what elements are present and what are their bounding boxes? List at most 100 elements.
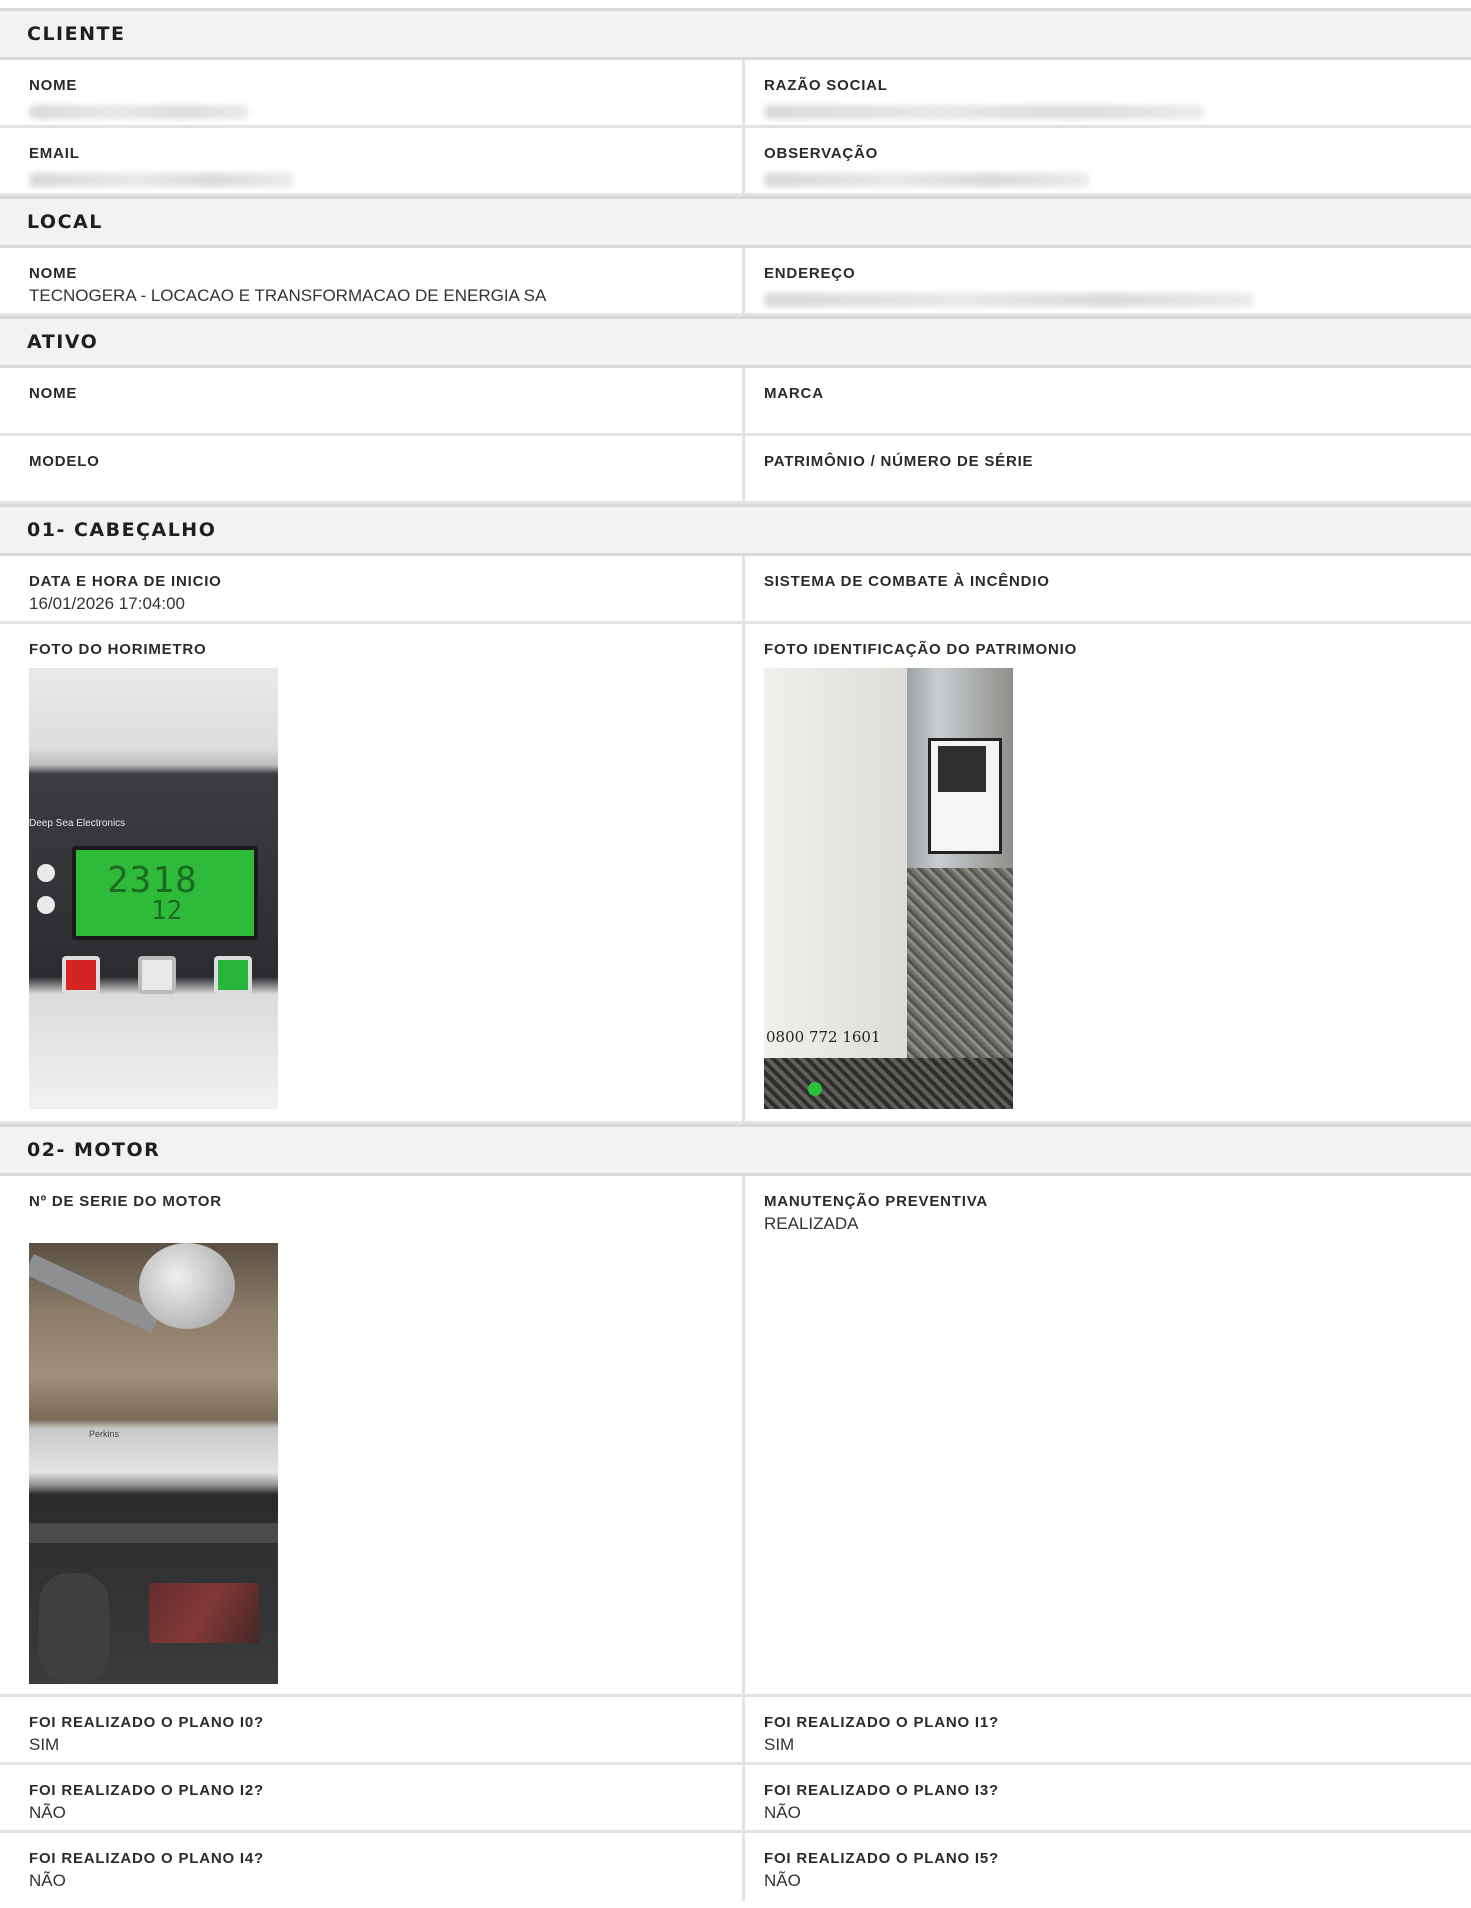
sistema-incendio-field: SISTEMA DE COMBATE À INCÊNDIO — [745, 556, 1471, 621]
cliente-nome-field: NOME — [0, 60, 745, 125]
plano-field: FOI REALIZADO O PLANO I1? SIM — [745, 1697, 1471, 1762]
field-row: Nº DE SERIE DO MOTOR Perkins MANUTENÇÃO … — [0, 1176, 1471, 1697]
field-label: SISTEMA DE COMBATE À INCÊNDIO — [764, 573, 1050, 590]
section-cliente-header: CLIENTE — [0, 8, 1471, 60]
section-title: 02- MOTOR — [27, 1139, 161, 1161]
field-value: SIM — [29, 1735, 60, 1754]
serie-motor-field: Nº DE SERIE DO MOTOR Perkins — [0, 1176, 745, 1694]
field-label: NOME — [29, 265, 78, 282]
field-label: FOI REALIZADO O PLANO I1? — [764, 1714, 1000, 1731]
manutencao-field: MANUTENÇÃO PREVENTIVA REALIZADA — [745, 1176, 1471, 1694]
field-value: NÃO — [29, 1803, 66, 1822]
photo-phone-text: 0800 772 1601 — [766, 1028, 881, 1046]
field-row: NOME MARCA — [0, 368, 1471, 436]
section-local-header: LOCAL — [0, 196, 1471, 248]
generator-panel — [764, 668, 907, 1058]
lcd-hours-text: 2318 — [107, 860, 198, 901]
local-endereco-field: ENDEREÇO — [745, 248, 1471, 313]
photo-brand-text: Perkins — [89, 1429, 120, 1439]
ativo-modelo-field: MODELO — [0, 436, 745, 501]
field-value: SIM — [764, 1735, 795, 1754]
plano-field: FOI REALIZADO O PLANO I2? NÃO — [0, 1765, 745, 1830]
field-row: MODELO PATRIMÔNIO / NÚMERO DE SÉRIE — [0, 436, 1471, 504]
field-row: FOI REALIZADO O PLANO I0? SIM FOI REALIZ… — [0, 1697, 1471, 1765]
plano-field: FOI REALIZADO O PLANO I0? SIM — [0, 1697, 745, 1762]
ativo-nome-field: NOME — [0, 368, 745, 433]
plano-field: FOI REALIZADO O PLANO I3? NÃO — [745, 1765, 1471, 1830]
field-label: FOI REALIZADO O PLANO I3? — [764, 1782, 1000, 1799]
engine-hose — [29, 1523, 278, 1543]
up-arrow-icon — [37, 864, 55, 882]
green-marker — [808, 1082, 822, 1096]
field-row: NOME RAZÃO SOCIAL — [0, 60, 1471, 128]
field-label: MODELO — [29, 453, 100, 470]
field-row: EMAIL OBSERVAÇÃO — [0, 128, 1471, 196]
field-value: 16/01/2026 17:04:00 — [29, 594, 185, 613]
foto-patrimonio-field: FOTO IDENTIFICAÇÃO DO PATRIMONIO 0800 77… — [745, 624, 1471, 1121]
motor-serie-photo[interactable]: Perkins — [29, 1243, 278, 1684]
horimetro-photo[interactable]: Deep Sea Electronics 2318 12 — [29, 668, 278, 1109]
field-label: FOTO IDENTIFICAÇÃO DO PATRIMONIO — [764, 641, 1078, 658]
photo-brand-text: Deep Sea Electronics — [29, 818, 126, 829]
redacted-value — [764, 293, 1254, 307]
field-label: NOME — [29, 77, 78, 94]
field-row: NOME TECNOGERA - LOCACAO E TRANSFORMACAO… — [0, 248, 1471, 316]
redacted-value — [764, 173, 1089, 187]
field-label: FOTO DO HORIMETRO — [29, 641, 207, 658]
patrimonio-photo[interactable]: 0800 772 1601 — [764, 668, 1013, 1109]
ativo-patrimonio-field: PATRIMÔNIO / NÚMERO DE SÉRIE — [745, 436, 1471, 501]
data-inicio-field: DATA E HORA DE INICIO 16/01/2026 17:04:0… — [0, 556, 745, 621]
engine-hose — [39, 1573, 109, 1684]
cliente-email-field: EMAIL — [0, 128, 745, 193]
foto-horimetro-field: FOTO DO HORIMETRO Deep Sea Electronics 2… — [0, 624, 745, 1121]
dark-ground — [764, 1058, 1013, 1109]
field-label: MANUTENÇÃO PREVENTIVA — [764, 1193, 989, 1210]
field-label: ENDEREÇO — [764, 265, 856, 282]
report: CLIENTE NOME RAZÃO SOCIAL EMAIL OBSERVAÇ… — [0, 8, 1471, 1901]
field-label: RAZÃO SOCIAL — [764, 77, 888, 94]
local-nome-field: NOME TECNOGERA - LOCACAO E TRANSFORMACAO… — [0, 248, 745, 313]
field-label: EMAIL — [29, 145, 80, 162]
stop-button-icon — [62, 956, 100, 994]
field-label: DATA E HORA DE INICIO — [29, 573, 222, 590]
section-cabecalho-header: 01- CABEÇALHO — [0, 504, 1471, 556]
engine-part — [149, 1583, 259, 1643]
section-ativo-header: ATIVO — [0, 316, 1471, 368]
oil-cap — [139, 1243, 235, 1329]
section-title: 01- CABEÇALHO — [27, 519, 217, 541]
field-value: NÃO — [764, 1871, 801, 1890]
down-arrow-icon — [37, 896, 55, 914]
section-motor-header: 02- MOTOR — [0, 1124, 1471, 1176]
section-title: LOCAL — [27, 211, 103, 233]
field-label: FOI REALIZADO O PLANO I4? — [29, 1850, 265, 1867]
section-title: CLIENTE — [27, 23, 126, 45]
plano-field: FOI REALIZADO O PLANO I5? NÃO — [745, 1833, 1471, 1901]
redacted-value — [29, 173, 294, 187]
plano-field: FOI REALIZADO O PLANO I4? NÃO — [0, 1833, 745, 1901]
field-label: NOME — [29, 385, 78, 402]
field-label: PATRIMÔNIO / NÚMERO DE SÉRIE — [764, 453, 1034, 470]
auto-button-icon — [138, 956, 176, 994]
field-label: FOI REALIZADO O PLANO I0? — [29, 1714, 265, 1731]
field-row: FOTO DO HORIMETRO Deep Sea Electronics 2… — [0, 624, 1471, 1124]
field-value: TECNOGERA - LOCACAO E TRANSFORMACAO DE E… — [29, 286, 547, 305]
redacted-value — [764, 105, 1204, 119]
lcd-minutes-text: 12 — [151, 896, 183, 926]
ativo-marca-field: MARCA — [745, 368, 1471, 433]
field-label: Nº DE SERIE DO MOTOR — [29, 1193, 222, 1210]
start-button-icon — [214, 956, 252, 994]
generator-door — [938, 746, 986, 792]
field-label: FOI REALIZADO O PLANO I2? — [29, 1782, 265, 1799]
field-label: MARCA — [764, 385, 824, 402]
field-label: FOI REALIZADO O PLANO I5? — [764, 1850, 1000, 1867]
section-title: ATIVO — [27, 331, 99, 353]
field-row: FOI REALIZADO O PLANO I2? NÃO FOI REALIZ… — [0, 1765, 1471, 1833]
field-value: REALIZADA — [764, 1214, 859, 1233]
field-row: FOI REALIZADO O PLANO I4? NÃO FOI REALIZ… — [0, 1833, 1471, 1901]
field-value: NÃO — [764, 1803, 801, 1822]
field-value: NÃO — [29, 1871, 66, 1890]
cliente-razao-field: RAZÃO SOCIAL — [745, 60, 1471, 125]
cliente-observacao-field: OBSERVAÇÃO — [745, 128, 1471, 193]
field-label: OBSERVAÇÃO — [764, 145, 879, 162]
field-row: DATA E HORA DE INICIO 16/01/2026 17:04:0… — [0, 556, 1471, 624]
